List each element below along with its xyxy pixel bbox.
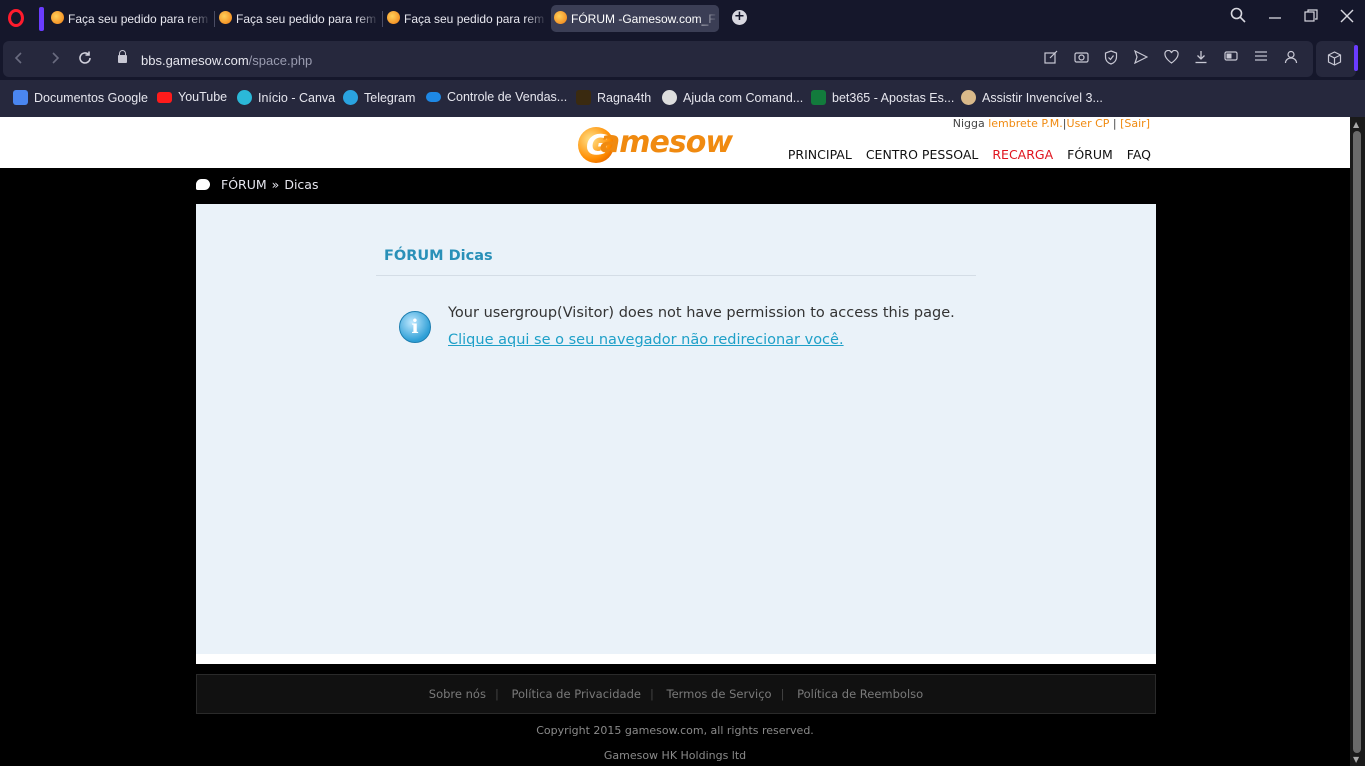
- gamesow-favicon-icon: [51, 11, 64, 24]
- bookmark-ragna4th[interactable]: Ragna4th: [576, 90, 651, 105]
- avatar-icon: [961, 90, 976, 105]
- canva-icon: [237, 90, 252, 105]
- message-panel: FÓRUM Dicas i Your usergroup(Visitor) do…: [196, 204, 1156, 654]
- bookmark-documentos-google[interactable]: Documentos Google: [13, 90, 148, 105]
- company-text: Gamesow HK Holdings ltd: [603, 749, 747, 762]
- github-icon: [662, 90, 677, 105]
- url-field[interactable]: bbs.gamesow.com/space.php: [141, 53, 312, 68]
- address-bar: bbs.gamesow.com/space.php: [3, 41, 1313, 77]
- bookmark-canva[interactable]: Início - Canva: [237, 90, 335, 105]
- gamesow-favicon-icon: [219, 11, 232, 24]
- google-docs-icon: [13, 90, 28, 105]
- lock-icon[interactable]: [118, 50, 127, 63]
- footer-link-reembolso[interactable]: Política de Reembolso: [797, 687, 923, 701]
- sidebar-accent: [39, 7, 44, 31]
- search-tabs-icon[interactable]: [1230, 7, 1246, 27]
- title-divider: [376, 275, 976, 276]
- scroll-up-icon[interactable]: ▲: [1353, 120, 1359, 129]
- shield-icon[interactable]: [1103, 50, 1119, 66]
- browser-tab-bar: Faça seu pedido para rem Faça seu pedido…: [0, 0, 1365, 38]
- scroll-down-icon[interactable]: ▼: [1353, 755, 1359, 764]
- tab-title: Faça seu pedido para rem: [236, 11, 377, 26]
- bookmark-invencivel[interactable]: Assistir Invencível 3...: [961, 90, 1103, 105]
- panel-bottom-border: [196, 654, 1156, 664]
- profile-icon[interactable]: [1283, 50, 1299, 66]
- user-cp-link[interactable]: User CP: [1067, 117, 1110, 130]
- gamesow-favicon-icon: [554, 11, 567, 24]
- main-nav: PRINCIPAL CENTRO PESSOAL RECARGA FÓRUM F…: [778, 147, 1151, 162]
- nav-forum[interactable]: FÓRUM: [1067, 147, 1113, 162]
- browser-tab[interactable]: Faça seu pedido para rem: [216, 5, 379, 32]
- tab-title: Faça seu pedido para rem: [68, 11, 209, 26]
- bookmark-telegram[interactable]: Telegram: [343, 90, 415, 105]
- footer-link-termos[interactable]: Termos de Serviço: [667, 687, 772, 701]
- reload-icon[interactable]: [77, 50, 93, 71]
- tab-title: Faça seu pedido para rem: [404, 11, 545, 26]
- forward-icon[interactable]: [49, 50, 61, 71]
- footer-link-privacidade[interactable]: Política de Privacidade: [512, 687, 641, 701]
- site-header: G amesow Nigga lembrete P.M.|User CP | […: [0, 117, 1350, 168]
- extensions-button[interactable]: [1316, 41, 1356, 77]
- opera-menu-icon[interactable]: [8, 9, 24, 27]
- gamesow-logo-text[interactable]: amesow: [600, 125, 733, 160]
- scrollbar-thumb[interactable]: [1353, 131, 1361, 753]
- bookmarks-bar: Documentos Google YouTube Início - Canva…: [0, 80, 1365, 117]
- footer-links-bar: Sobre nós | Política de Privacidade | Term…: [196, 674, 1156, 714]
- pm-reminder-link[interactable]: lembrete P.M.: [988, 117, 1063, 130]
- nav-recarga[interactable]: RECARGA: [992, 147, 1053, 162]
- logout-link[interactable]: [Sair]: [1120, 117, 1150, 130]
- breadcrumb-separator: »: [271, 177, 280, 192]
- user-name: Nigga: [952, 117, 985, 130]
- breadcrumb: FÓRUM » Dicas: [196, 177, 318, 192]
- ragna4th-icon: [576, 90, 591, 105]
- close-icon[interactable]: [1340, 8, 1354, 27]
- speech-bubble-icon: [196, 179, 210, 190]
- nav-centro-pessoal[interactable]: CENTRO PESSOAL: [866, 147, 979, 162]
- battery-saver-icon[interactable]: [1223, 50, 1239, 66]
- breadcrumb-dicas[interactable]: Dicas: [284, 177, 318, 192]
- nav-faq[interactable]: FAQ: [1127, 147, 1151, 162]
- tab-title: FÓRUM -Gamesow.com_F: [571, 11, 716, 26]
- telegram-icon: [343, 90, 358, 105]
- sidebar-accent: [1354, 45, 1358, 71]
- bookmark-controle-vendas[interactable]: Controle de Vendas...: [426, 90, 567, 104]
- url-host: bbs.gamesow.com: [141, 53, 249, 68]
- gamesow-favicon-icon: [387, 11, 400, 24]
- browser-tab[interactable]: Faça seu pedido para rem: [384, 5, 547, 32]
- restore-icon[interactable]: [1304, 8, 1318, 27]
- bookmark-ajuda-comandos[interactable]: Ajuda com Comand...: [662, 90, 803, 105]
- nav-principal[interactable]: PRINCIPAL: [788, 147, 852, 162]
- permission-message: Your usergroup(Visitor) does not have pe…: [448, 305, 955, 321]
- download-icon[interactable]: [1193, 50, 1209, 66]
- web-page: G amesow Nigga lembrete P.M.|User CP | […: [0, 117, 1350, 766]
- address-toolbar: bbs.gamesow.com/space.php: [0, 38, 1365, 80]
- bookmark-youtube[interactable]: YouTube: [157, 90, 227, 104]
- new-tab-button[interactable]: +: [732, 10, 747, 25]
- footer-link-sobre[interactable]: Sobre nós: [429, 687, 486, 701]
- user-bar: Nigga lembrete P.M.|User CP | [Sair]: [952, 117, 1150, 130]
- breadcrumb-forum[interactable]: FÓRUM: [221, 177, 267, 192]
- bookmark-bet365[interactable]: bet365 - Apostas Es...: [811, 90, 954, 105]
- browser-tab[interactable]: Faça seu pedido para rem: [48, 5, 211, 32]
- page-scrollbar[interactable]: ▲ ▼: [1350, 117, 1365, 766]
- info-icon: i: [399, 311, 431, 343]
- panel-title: FÓRUM Dicas: [384, 248, 493, 264]
- camera-icon[interactable]: [1073, 50, 1089, 66]
- send-icon[interactable]: [1133, 49, 1149, 66]
- back-icon[interactable]: [13, 50, 25, 71]
- onedrive-icon: [426, 92, 441, 102]
- youtube-icon: [157, 91, 172, 103]
- cube-icon: [1327, 51, 1342, 70]
- copyright-text: Copyright 2015 gamesow.com, all rights r…: [536, 724, 814, 737]
- bet365-icon: [811, 90, 826, 105]
- share-icon[interactable]: [1043, 50, 1059, 66]
- redirect-link[interactable]: Clique aqui se o seu navegador não redir…: [448, 332, 844, 348]
- minimize-icon[interactable]: [1268, 7, 1282, 27]
- browser-tab-active[interactable]: FÓRUM -Gamesow.com_F: [551, 5, 719, 32]
- url-path: /space.php: [248, 53, 313, 68]
- easy-setup-icon[interactable]: [1253, 50, 1269, 66]
- heart-icon[interactable]: [1163, 49, 1179, 66]
